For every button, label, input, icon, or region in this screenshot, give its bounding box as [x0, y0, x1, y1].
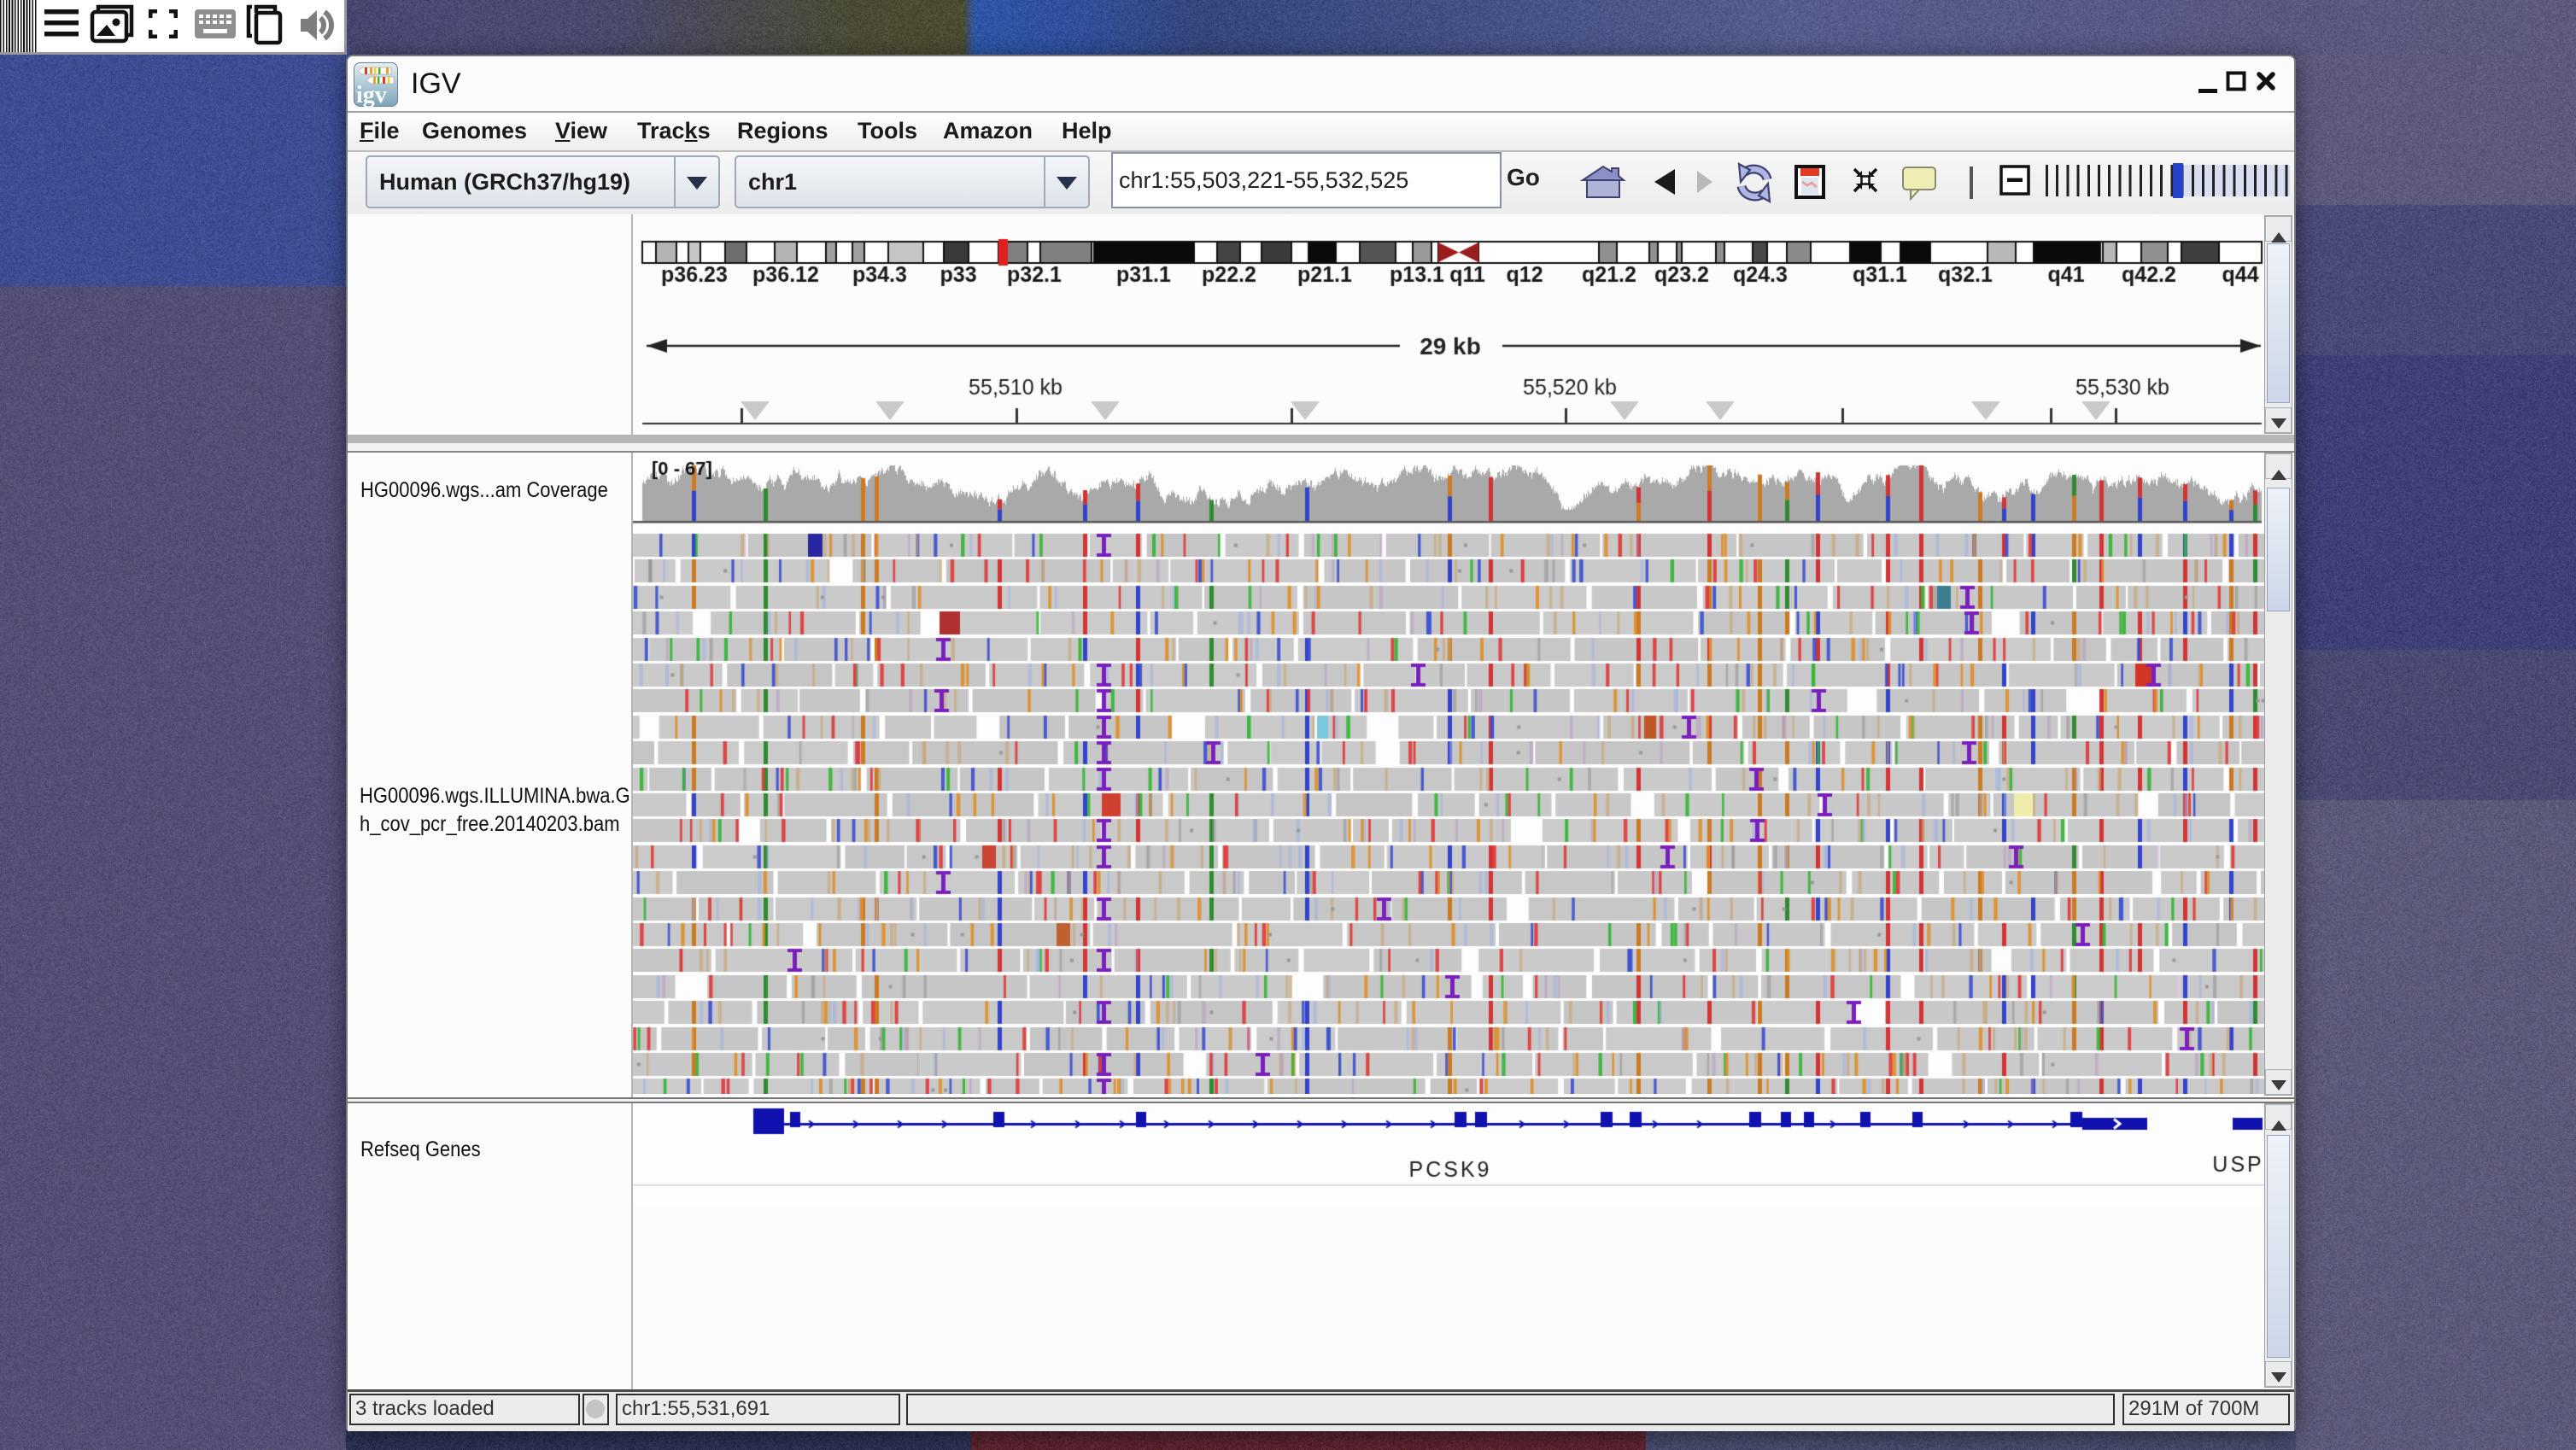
svg-text:igv: igv [356, 82, 387, 107]
